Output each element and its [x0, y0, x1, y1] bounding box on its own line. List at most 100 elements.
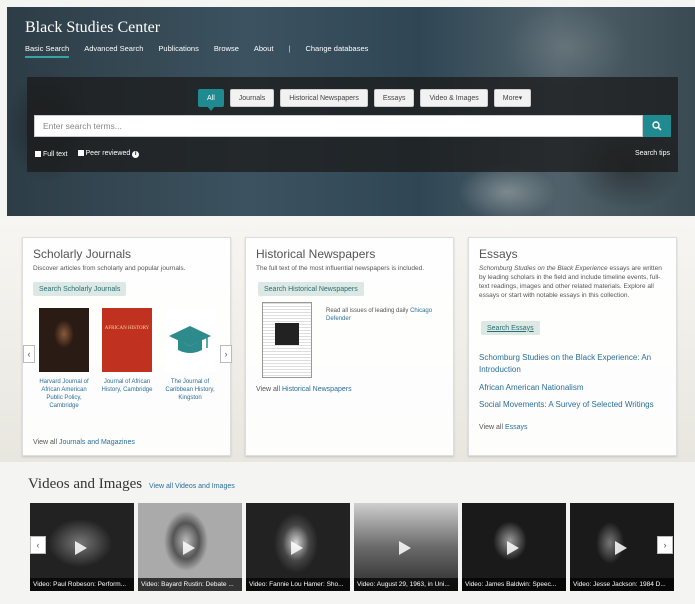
journals-desc: Discover articles from scholarly and pop… — [33, 265, 186, 272]
newspapers-card: Historical Newspapers The full text of t… — [245, 237, 454, 456]
nav-browse[interactable]: Browse — [214, 44, 239, 58]
video-thumbnail[interactable]: Video: James Baldwin: Speec... — [462, 503, 566, 591]
video-caption: Video: Jesse Jackson: 1984 D... — [570, 578, 674, 591]
essays-desc-italic: Schomburg Studies on the Black Experienc… — [479, 265, 608, 272]
nav-publications[interactable]: Publications — [158, 44, 198, 58]
journals-title: Scholarly Journals — [33, 247, 132, 261]
video-thumbnail[interactable]: Video: Fannie Lou Hamer: Sho... — [246, 503, 350, 591]
nav-about[interactable]: About — [254, 44, 274, 58]
view-all-essays-link[interactable]: Essays — [505, 424, 528, 431]
tab-journals[interactable]: Journals — [229, 89, 275, 107]
search-panel: All Journals Historical Newspapers Essay… — [27, 77, 678, 172]
newspaper-photo — [275, 323, 299, 345]
newspapers-desc: The full text of the most influential ne… — [256, 265, 425, 272]
view-all-prefix: View all — [479, 424, 503, 431]
nav-advanced-search[interactable]: Advanced Search — [84, 44, 143, 58]
nav-change-databases[interactable]: Change databases — [305, 44, 368, 58]
essays-desc: Schomburg Studies on the Black Experienc… — [479, 264, 667, 300]
view-all-prefix: View all — [33, 439, 57, 446]
tab-essays[interactable]: Essays — [373, 89, 415, 107]
video-caption: Video: James Baldwin: Speec... — [462, 578, 566, 591]
view-all-videos-link[interactable]: View all Videos and Images — [149, 483, 235, 490]
search-tips-link[interactable]: Search tips — [635, 150, 670, 157]
search-essays-label: Search Essays — [487, 324, 534, 332]
view-all-journals-link[interactable]: Journals and Magazines — [59, 439, 135, 446]
play-icon — [291, 541, 303, 555]
checkbox-icon — [77, 150, 84, 156]
videos-title: Videos and Images — [28, 476, 143, 492]
journals-next-button[interactable]: › — [220, 345, 232, 363]
video-caption: Video: Paul Robeson: Perform... — [30, 578, 134, 591]
peer-reviewed-checkbox[interactable]: Peer reviewed i — [77, 150, 140, 158]
hero-banner: Black Studies Center Basic Search Advanc… — [7, 7, 695, 216]
play-icon — [615, 541, 627, 555]
video-caption: Video: Bayard Rustin: Debate ... — [138, 578, 242, 591]
chevron-left-icon: ‹ — [27, 349, 31, 359]
tab-all[interactable]: All — [198, 89, 224, 111]
journal-item[interactable]: The Journal of Caribbean History, Kingst… — [161, 308, 219, 402]
tab-more-label: More — [502, 94, 519, 102]
video-caption: Video: August 29, 1963, in Uni... — [354, 578, 458, 591]
journal-cover: AFRICAN HISTORY — [102, 308, 152, 372]
tab-historical-newspapers[interactable]: Historical Newspapers — [280, 89, 368, 107]
view-all-newspapers-link[interactable]: Historical Newspapers — [282, 386, 352, 393]
nav-basic-search[interactable]: Basic Search — [25, 44, 70, 58]
main-nav: Basic Search Advanced Search Publication… — [25, 44, 368, 58]
full-text-label: Full text — [43, 150, 68, 158]
newspapers-read-prefix: Read all issues of leading daily — [326, 308, 409, 314]
graduation-cap-icon — [169, 326, 211, 353]
journal-title: The Journal of Caribbean History, Kingst… — [165, 379, 215, 401]
video-thumbnail[interactable]: Video: Bayard Rustin: Debate ... — [138, 503, 242, 591]
journal-item[interactable]: AFRICAN HISTORY Journal of African Histo… — [98, 308, 156, 394]
view-all-prefix: View all — [256, 386, 280, 393]
search-input[interactable]: Enter search terms... — [34, 115, 643, 137]
essay-link[interactable]: Schomburg Studies on the Black Experienc… — [479, 352, 659, 376]
chevron-down-icon: ▾ — [518, 95, 523, 102]
search-filters: Full text Peer reviewed i — [35, 150, 140, 158]
search-scholarly-journals-button[interactable]: Search Scholarly Journals — [33, 282, 127, 296]
essays-title: Essays — [479, 247, 518, 261]
content-cards-section: Scholarly Journals Discover articles fro… — [0, 218, 695, 462]
journal-title: Harvard Journal of African American Publ… — [39, 379, 89, 409]
journal-cover-text: AFRICAN HISTORY — [104, 326, 150, 331]
chevron-left-icon: ‹ — [36, 540, 40, 550]
search-historical-newspapers-button[interactable]: Search Historical Newspapers — [258, 282, 364, 296]
videos-next-button[interactable]: › — [657, 536, 673, 554]
play-icon — [399, 541, 411, 555]
info-icon[interactable]: i — [132, 151, 140, 158]
search-button[interactable] — [643, 115, 671, 137]
videos-prev-button[interactable]: ‹ — [30, 536, 46, 554]
tab-more[interactable]: More ▾ — [493, 89, 532, 107]
checkbox-icon — [35, 150, 41, 157]
play-icon — [75, 541, 87, 555]
journal-cover — [165, 308, 215, 372]
full-text-checkbox[interactable]: Full text — [35, 150, 68, 158]
video-caption: Video: Fannie Lou Hamer: Sho... — [246, 578, 350, 591]
chevron-right-icon: › — [663, 540, 667, 550]
journal-title: Journal of African History, Cambridge — [101, 379, 153, 393]
journal-cover — [39, 308, 89, 372]
tab-video-images[interactable]: Video & Images — [420, 89, 488, 107]
peer-reviewed-label: Peer reviewed — [85, 150, 131, 157]
search-essays-button[interactable]: Search Essays — [481, 321, 540, 335]
play-icon — [183, 541, 195, 555]
journal-item[interactable]: Harvard Journal of African American Publ… — [35, 308, 93, 410]
newspapers-title: Historical Newspapers — [256, 247, 376, 261]
journals-prev-button[interactable]: ‹ — [23, 345, 35, 363]
search-icon — [652, 121, 662, 131]
essays-view-all[interactable]: View all Essays — [479, 424, 528, 431]
newspaper-thumbnail[interactable] — [262, 302, 312, 378]
newspapers-view-all[interactable]: View all Historical Newspapers — [256, 386, 352, 393]
newspapers-read-text: Read all issues of leading daily Chicago… — [326, 307, 446, 323]
play-icon — [507, 541, 519, 555]
search-tabs: All Journals Historical Newspapers Essay… — [198, 89, 532, 111]
essay-link[interactable]: Social Movements: A Survey of Selected W… — [479, 399, 659, 411]
video-thumbnail[interactable]: Video: August 29, 1963, in Uni... — [354, 503, 458, 591]
journals-view-all[interactable]: View all Journals and Magazines — [33, 439, 135, 446]
video-carousel: Video: Paul Robeson: Perform... Video: B… — [30, 503, 674, 591]
site-title[interactable]: Black Studies Center — [25, 19, 160, 37]
essays-card: Essays Schomburg Studies on the Black Ex… — [468, 237, 677, 456]
nav-separator: | — [288, 44, 291, 53]
journals-card: Scholarly Journals Discover articles fro… — [22, 237, 232, 456]
essay-link[interactable]: African American Nationalism — [479, 382, 659, 394]
